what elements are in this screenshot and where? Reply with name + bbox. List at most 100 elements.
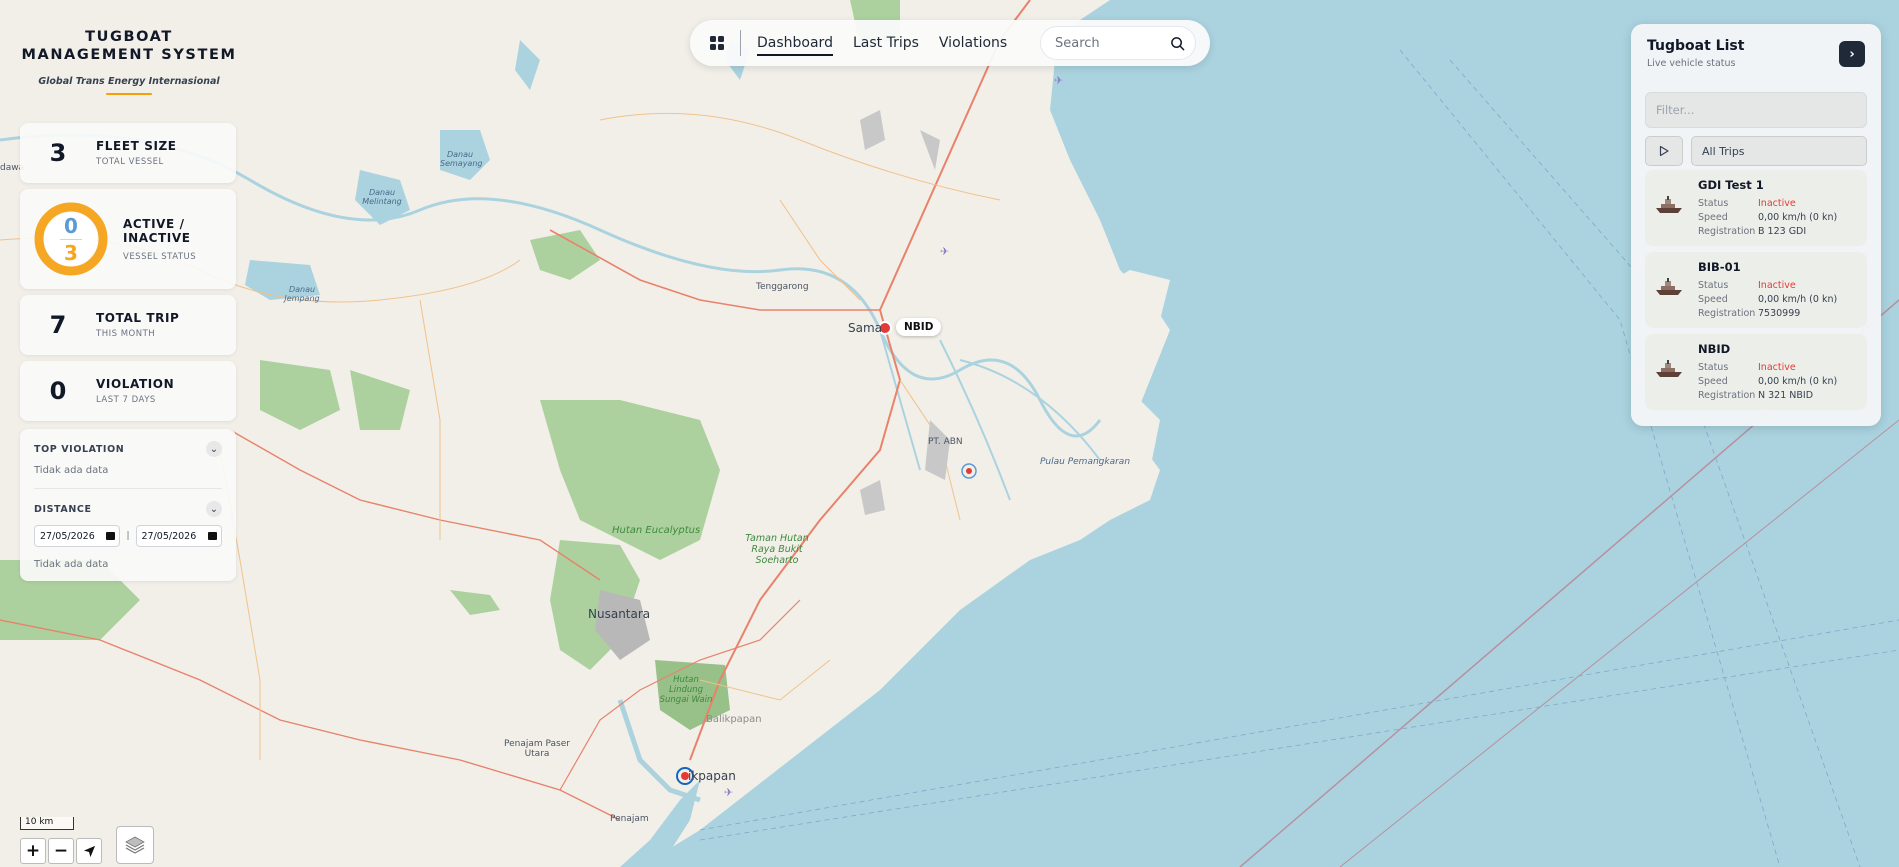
map-label-taman: Taman Hutan Raya Bukit Soeharto [745, 533, 809, 566]
map-label-penajam-paser: Penajam Paser Utara [504, 739, 570, 759]
boat-status: Inactive [1758, 280, 1796, 291]
calendar-icon [106, 532, 116, 540]
list-item[interactable]: BIB-01 Status Inactive Speed 0,00 km/h (0 … [1645, 252, 1867, 328]
vessel-status-card: 0 3 ACTIVE / INACTIVE VESSEL STATUS [20, 189, 236, 289]
distance-from-date[interactable]: 27/05/2026 [34, 525, 121, 547]
apps-grid-button[interactable] [702, 28, 732, 58]
distance-to-date[interactable]: 27/05/2026 [135, 525, 222, 547]
vessel-status-sub: VESSEL STATUS [123, 251, 197, 262]
total-trip-value: 7 [49, 311, 67, 339]
distance-title: DISTANCE [34, 503, 92, 515]
chevron-down-icon: ⌄ [209, 443, 219, 455]
boat-registration: 7530999 [1758, 308, 1801, 319]
boat-speed: 0,00 km/h (0 kn) [1758, 376, 1838, 387]
map-label-danau-melintang: Danau Melintang [362, 188, 402, 206]
boat-speed: 0,00 km/h (0 kn) [1758, 294, 1838, 305]
locate-button[interactable] [76, 838, 102, 864]
map-label-nusantara: Nusantara [588, 607, 651, 621]
boat-registration: N 321 NBID [1758, 390, 1814, 401]
plus-icon: + [25, 841, 41, 861]
violation-label: VIOLATION [96, 377, 175, 391]
map-label-balikpapan-2: ikpapan [688, 769, 736, 783]
trip-select[interactable]: All Trips [1691, 136, 1867, 166]
distance-empty: Tidak ada data [34, 559, 109, 570]
chevron-down-icon: ⌄ [209, 503, 219, 515]
vessel-status-label: ACTIVE / INACTIVE [123, 216, 191, 245]
map-canvas[interactable]: ✈ ✈ ✈ Tenggarong Sama PT. ABN Pulau Pema… [0, 0, 1899, 867]
map-label-tenggarong: Tenggarong [756, 282, 809, 292]
calendar-icon [207, 532, 217, 540]
filters-card: TOP VIOLATION ⌄ Tidak ada data DISTANCE … [20, 429, 236, 581]
brand-block: TUGBOAT MANAGEMENT SYSTEM Global Trans E… [20, 28, 238, 95]
top-nav: Dashboard Last Trips Violations Search [690, 20, 1210, 66]
panel-subtitle: Live vehicle status [1647, 58, 1736, 69]
list-item[interactable]: GDI Test 1 Status Inactive Speed 0,00 km/h… [1645, 170, 1867, 246]
brand-underline [106, 93, 152, 95]
total-trip-sub: THIS MONTH [96, 329, 156, 339]
boat-name: BIB-01 [1698, 260, 1741, 274]
total-trip-label: TOTAL TRIP [96, 311, 180, 325]
svg-text:✈: ✈ [724, 786, 733, 799]
grid-icon [710, 36, 724, 50]
navigation-arrow-icon [83, 845, 95, 857]
tugboat-icon [1656, 278, 1682, 295]
svg-text:✈: ✈ [1054, 74, 1063, 87]
play-button[interactable] [1645, 136, 1683, 166]
distance-toggle[interactable]: ⌄ [206, 501, 222, 517]
tab-last-trips[interactable]: Last Trips [853, 20, 919, 66]
tugboat-list: GDI Test 1 Status Inactive Speed 0,00 km/h… [1645, 170, 1867, 416]
vessel-marker-label[interactable]: NBID [896, 318, 942, 336]
zoom-controls: + − [20, 838, 104, 864]
app-title: TUGBOAT MANAGEMENT SYSTEM [21, 29, 237, 63]
map-label-penajam: Penajam [610, 814, 649, 824]
map-label-hutan-lindung: Hutan Lindung Sungai Wain [659, 675, 713, 705]
map-tiles: ✈ ✈ ✈ [0, 0, 1899, 867]
active-count: 0 [64, 213, 78, 238]
company-name: Global Trans Energy Internasional [38, 76, 220, 87]
fleet-size-label: FLEET SIZE [96, 139, 177, 153]
collapse-panel-button[interactable]: › [1839, 41, 1865, 67]
nav-divider [740, 30, 741, 56]
zoom-out-button[interactable]: − [48, 838, 74, 864]
violation-card: 0 VIOLATION LAST 7 DAYS [20, 361, 236, 421]
search-icon [1171, 36, 1185, 50]
map-label-danau-jempang: Danau Jempang [284, 285, 320, 303]
layers-button[interactable] [116, 826, 154, 864]
violation-sub: LAST 7 DAYS [96, 395, 156, 405]
boat-speed: 0,00 km/h (0 kn) [1758, 212, 1838, 223]
chevron-right-icon: › [1849, 46, 1855, 62]
top-violation-title: TOP VIOLATION [34, 443, 125, 455]
map-label-balikpapan-1: Balikpapan [706, 714, 762, 725]
tab-violations[interactable]: Violations [939, 20, 1007, 66]
divider [34, 488, 222, 489]
fleet-size-value: 3 [49, 139, 67, 167]
top-violation-empty: Tidak ada data [34, 465, 109, 476]
map-label-pt-abn: PT. ABN [928, 437, 963, 447]
tab-dashboard[interactable]: Dashboard [757, 20, 833, 66]
inactive-count: 3 [64, 240, 78, 265]
tugboat-list-panel: Tugboat List Live vehicle status › Filte… [1631, 24, 1881, 426]
play-icon [1659, 145, 1669, 157]
tugboat-icon [1656, 360, 1682, 377]
tugboat-icon [1656, 196, 1682, 213]
svg-text:✈: ✈ [940, 245, 949, 258]
search-placeholder: Search [1055, 35, 1100, 51]
boat-name: NBID [1698, 342, 1731, 356]
map-label-hutan-eucalyptus: Hutan Eucalyptus [612, 525, 701, 536]
filter-input[interactable]: Filter... [1645, 92, 1867, 128]
zoom-in-button[interactable]: + [20, 838, 46, 864]
minus-icon: − [53, 841, 69, 861]
search-input[interactable]: Search [1040, 26, 1196, 60]
boat-status: Inactive [1758, 362, 1796, 373]
vessel-status-donut: 0 3 [33, 201, 109, 277]
violation-value: 0 [49, 377, 67, 405]
top-violation-toggle[interactable]: ⌄ [206, 441, 222, 457]
fleet-size-card: 3 FLEET SIZE TOTAL VESSEL [20, 123, 236, 183]
boat-registration: B 123 GDI [1758, 226, 1807, 237]
map-label-samarinda: Sama [848, 321, 883, 335]
boat-name: GDI Test 1 [1698, 178, 1764, 192]
list-item[interactable]: NBID Status Inactive Speed 0,00 km/h (0 kn… [1645, 334, 1867, 410]
map-label-danau-semayang: Danau Semayang [440, 150, 483, 168]
panel-title: Tugboat List [1647, 38, 1745, 54]
map-scale: 10 km [20, 817, 74, 830]
